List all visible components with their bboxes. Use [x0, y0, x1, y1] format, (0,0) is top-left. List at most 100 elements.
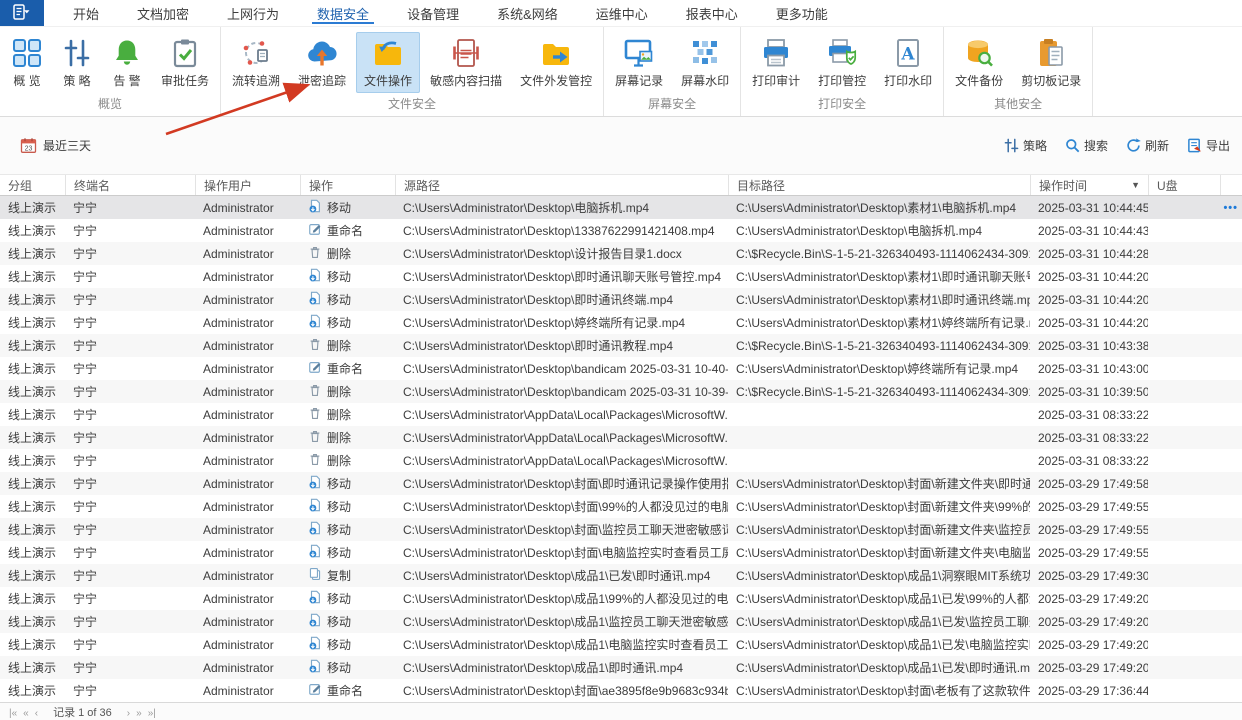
- menu-tab-1[interactable]: 开始: [54, 0, 118, 26]
- menu-tab-5[interactable]: 设备管理: [388, 0, 478, 26]
- op-move-icon: [308, 659, 322, 676]
- table-row[interactable]: 线上演示 宁宁 Administrator 删除 C:\Users\Administra…: [0, 380, 1242, 403]
- ribbon-button-label: 屏幕水印: [681, 74, 730, 88]
- ribbon-group-5: 文件备份 剪切板记录 其他安全: [944, 27, 1094, 116]
- menu-tab-2[interactable]: 文档加密: [118, 0, 208, 26]
- ribbon-button-print-control[interactable]: 打印管控: [810, 32, 874, 93]
- column-header-user[interactable]: 操作用户: [195, 175, 300, 195]
- table-row[interactable]: 线上演示 宁宁 Administrator 重命名 C:\Users\Administr…: [0, 219, 1242, 242]
- cell-time: 2025-03-29 17:49:20: [1038, 660, 1148, 675]
- cell-op: 移动: [300, 633, 395, 656]
- toolbar-action-export[interactable]: 导出: [1187, 137, 1230, 154]
- menu-tab-8[interactable]: 报表中心: [667, 0, 757, 26]
- column-header-time[interactable]: 操作时间 ▼: [1030, 175, 1148, 195]
- column-header-src[interactable]: 源路径: [395, 175, 728, 195]
- table-row[interactable]: 线上演示 宁宁 Administrator 移动 C:\Users\Administra…: [0, 633, 1242, 656]
- table-row[interactable]: 线上演示 宁宁 Administrator 移动 C:\Users\Administra…: [0, 472, 1242, 495]
- toolbar-action-sliders[interactable]: 策略: [1004, 137, 1047, 154]
- menu-tab-3[interactable]: 上网行为: [208, 0, 298, 26]
- cell-time: 2025-03-31 10:44:45: [1038, 200, 1148, 215]
- toolbar-action-search[interactable]: 搜索: [1065, 137, 1108, 154]
- table-row[interactable]: 线上演示 宁宁 Administrator 移动 C:\Users\Administra…: [0, 587, 1242, 610]
- ribbon-button-sensitive-scan[interactable]: 敏感内容扫描: [422, 32, 510, 93]
- column-header-filler[interactable]: [1220, 175, 1242, 195]
- ribbon-button-alarm-bell[interactable]: 告 警: [103, 32, 151, 93]
- table-row[interactable]: 线上演示 宁宁 Administrator 删除 C:\Users\Administra…: [0, 334, 1242, 357]
- cell-usb: [1148, 679, 1220, 702]
- table-row[interactable]: 线上演示 宁宁 Administrator 重命名 C:\Users\Administr…: [0, 679, 1242, 702]
- fast-next-icon[interactable]: »: [133, 708, 145, 719]
- table-row[interactable]: 线上演示 宁宁 Administrator 复制 C:\Users\Administra…: [0, 564, 1242, 587]
- last-page-icon[interactable]: »|: [145, 708, 159, 719]
- table-row[interactable]: 线上演示 宁宁 Administrator 移动 C:\Users\Administra…: [0, 288, 1242, 311]
- column-header-terminal[interactable]: 终端名: [65, 175, 195, 195]
- table-row[interactable]: 线上演示 宁宁 Administrator 重命名 C:\Users\Administr…: [0, 357, 1242, 380]
- next-page-icon[interactable]: ›: [124, 708, 133, 719]
- cell-op: 移动: [300, 656, 395, 679]
- cell-src: C:\Users\Administrator\Desktop\封面\ae3895…: [403, 684, 728, 698]
- cell-time: 2025-03-29 17:49:20: [1038, 637, 1148, 652]
- ribbon-button-print-watermark[interactable]: A 打印水印: [876, 32, 940, 93]
- table-row[interactable]: 线上演示 宁宁 Administrator 移动 C:\Users\Administra…: [0, 518, 1242, 541]
- column-header-group[interactable]: 分组: [0, 175, 65, 195]
- ribbon-group-2: 流转追溯 泄密追踪 文件操作 敏感内容扫描 文件外发管控 文件安全: [221, 27, 605, 116]
- ribbon-button-file-operation[interactable]: 文件操作: [356, 32, 421, 93]
- prev-page-icon[interactable]: ‹: [32, 708, 41, 719]
- cell-filler: [1220, 472, 1242, 495]
- ribbon-button-screen-watermark[interactable]: 屏幕水印: [673, 32, 737, 93]
- svg-text:A: A: [901, 45, 916, 65]
- table-row[interactable]: 线上演示 宁宁 Administrator 删除 C:\Users\Administra…: [0, 449, 1242, 472]
- op-rename-icon: [308, 222, 322, 239]
- menu-tab-6[interactable]: 系统&网络: [478, 0, 577, 26]
- cell-src: C:\Users\Administrator\Desktop\设计报告目录1.d…: [403, 247, 682, 261]
- table-row[interactable]: 线上演示 宁宁 Administrator 删除 C:\Users\Administra…: [0, 403, 1242, 426]
- ribbon-button-flow-trace[interactable]: 流转追溯: [224, 32, 288, 93]
- ribbon-button-policy-sliders[interactable]: 策 略: [53, 32, 101, 93]
- cell-user: Administrator: [203, 453, 274, 468]
- table-row[interactable]: 线上演示 宁宁 Administrator 移动 C:\Users\Administra…: [0, 495, 1242, 518]
- menu-tab-7[interactable]: 运维中心: [577, 0, 667, 26]
- table-row[interactable]: 线上演示 宁宁 Administrator 删除 C:\Users\Administra…: [0, 426, 1242, 449]
- column-header-op[interactable]: 操作: [300, 175, 395, 195]
- toolbar-action-refresh[interactable]: 刷新: [1126, 137, 1169, 154]
- menu-tab-9[interactable]: 更多功能: [757, 0, 847, 26]
- date-range-filter[interactable]: 23 最近三天: [20, 137, 91, 154]
- table-row[interactable]: 线上演示 宁宁 Administrator 移动 C:\Users\Administra…: [0, 196, 1242, 219]
- row-actions-menu[interactable]: •••: [1223, 202, 1242, 214]
- cell-filler: [1220, 495, 1242, 518]
- ribbon-button-approval-clipboard[interactable]: 审批任务: [153, 32, 217, 93]
- ribbon-button-screen-record[interactable]: 屏幕记录: [607, 32, 671, 93]
- table-row[interactable]: 线上演示 宁宁 Administrator 移动 C:\Users\Administra…: [0, 311, 1242, 334]
- column-header-usb[interactable]: U盘: [1148, 175, 1220, 195]
- ribbon-button-print-audit[interactable]: 打印审计: [744, 32, 808, 93]
- sort-arrow-icon[interactable]: ▼: [1131, 180, 1140, 190]
- cell-src: C:\Users\Administrator\Desktop\封面\监控员工聊天…: [403, 523, 728, 537]
- table-row[interactable]: 线上演示 宁宁 Administrator 删除 C:\Users\Administra…: [0, 242, 1242, 265]
- cell-op: 移动: [300, 472, 395, 495]
- status-bar: |« «‹ 记录 1 of 36 ›» »|: [0, 702, 1242, 720]
- ribbon: 概 览策 略告 警审批任务 概览 流转追溯 泄密追踪 文件操作 敏感内容扫描 文件外发管控文…: [0, 27, 1242, 117]
- export-icon: [1187, 138, 1202, 153]
- table-row[interactable]: 线上演示 宁宁 Administrator 移动 C:\Users\Administra…: [0, 656, 1242, 679]
- cell-usb: [1148, 610, 1220, 633]
- cell-op: 重命名: [300, 357, 395, 380]
- ribbon-button-leak-trace[interactable]: 泄密追踪: [290, 32, 354, 93]
- table-row[interactable]: 线上演示 宁宁 Administrator 移动 C:\Users\Administra…: [0, 610, 1242, 633]
- app-menu-button[interactable]: [0, 0, 44, 26]
- table-row[interactable]: 线上演示 宁宁 Administrator 移动 C:\Users\Administra…: [0, 541, 1242, 564]
- ribbon-button-file-backup[interactable]: 文件备份: [947, 32, 1011, 93]
- column-header-label: 操作: [309, 178, 334, 193]
- table-row[interactable]: 线上演示 宁宁 Administrator 移动 C:\Users\Administra…: [0, 265, 1242, 288]
- column-header-dst[interactable]: 目标路径: [728, 175, 1030, 195]
- ribbon-button-overview-grid[interactable]: 概 览: [3, 32, 51, 93]
- menu-tab-4[interactable]: 数据安全: [298, 0, 388, 26]
- cell-filler: [1220, 656, 1242, 679]
- ribbon-button-clipboard-record[interactable]: 剪切板记录: [1013, 32, 1089, 93]
- op-label: 移动: [327, 477, 352, 491]
- ribbon-button-file-outgoing[interactable]: 文件外发管控: [512, 32, 600, 93]
- fast-prev-icon[interactable]: «: [20, 708, 32, 719]
- cell-user: Administrator: [203, 200, 274, 215]
- alarm-bell-icon: [111, 37, 143, 69]
- first-page-icon[interactable]: |«: [6, 708, 20, 719]
- cell-terminal: 宁宁: [73, 454, 98, 468]
